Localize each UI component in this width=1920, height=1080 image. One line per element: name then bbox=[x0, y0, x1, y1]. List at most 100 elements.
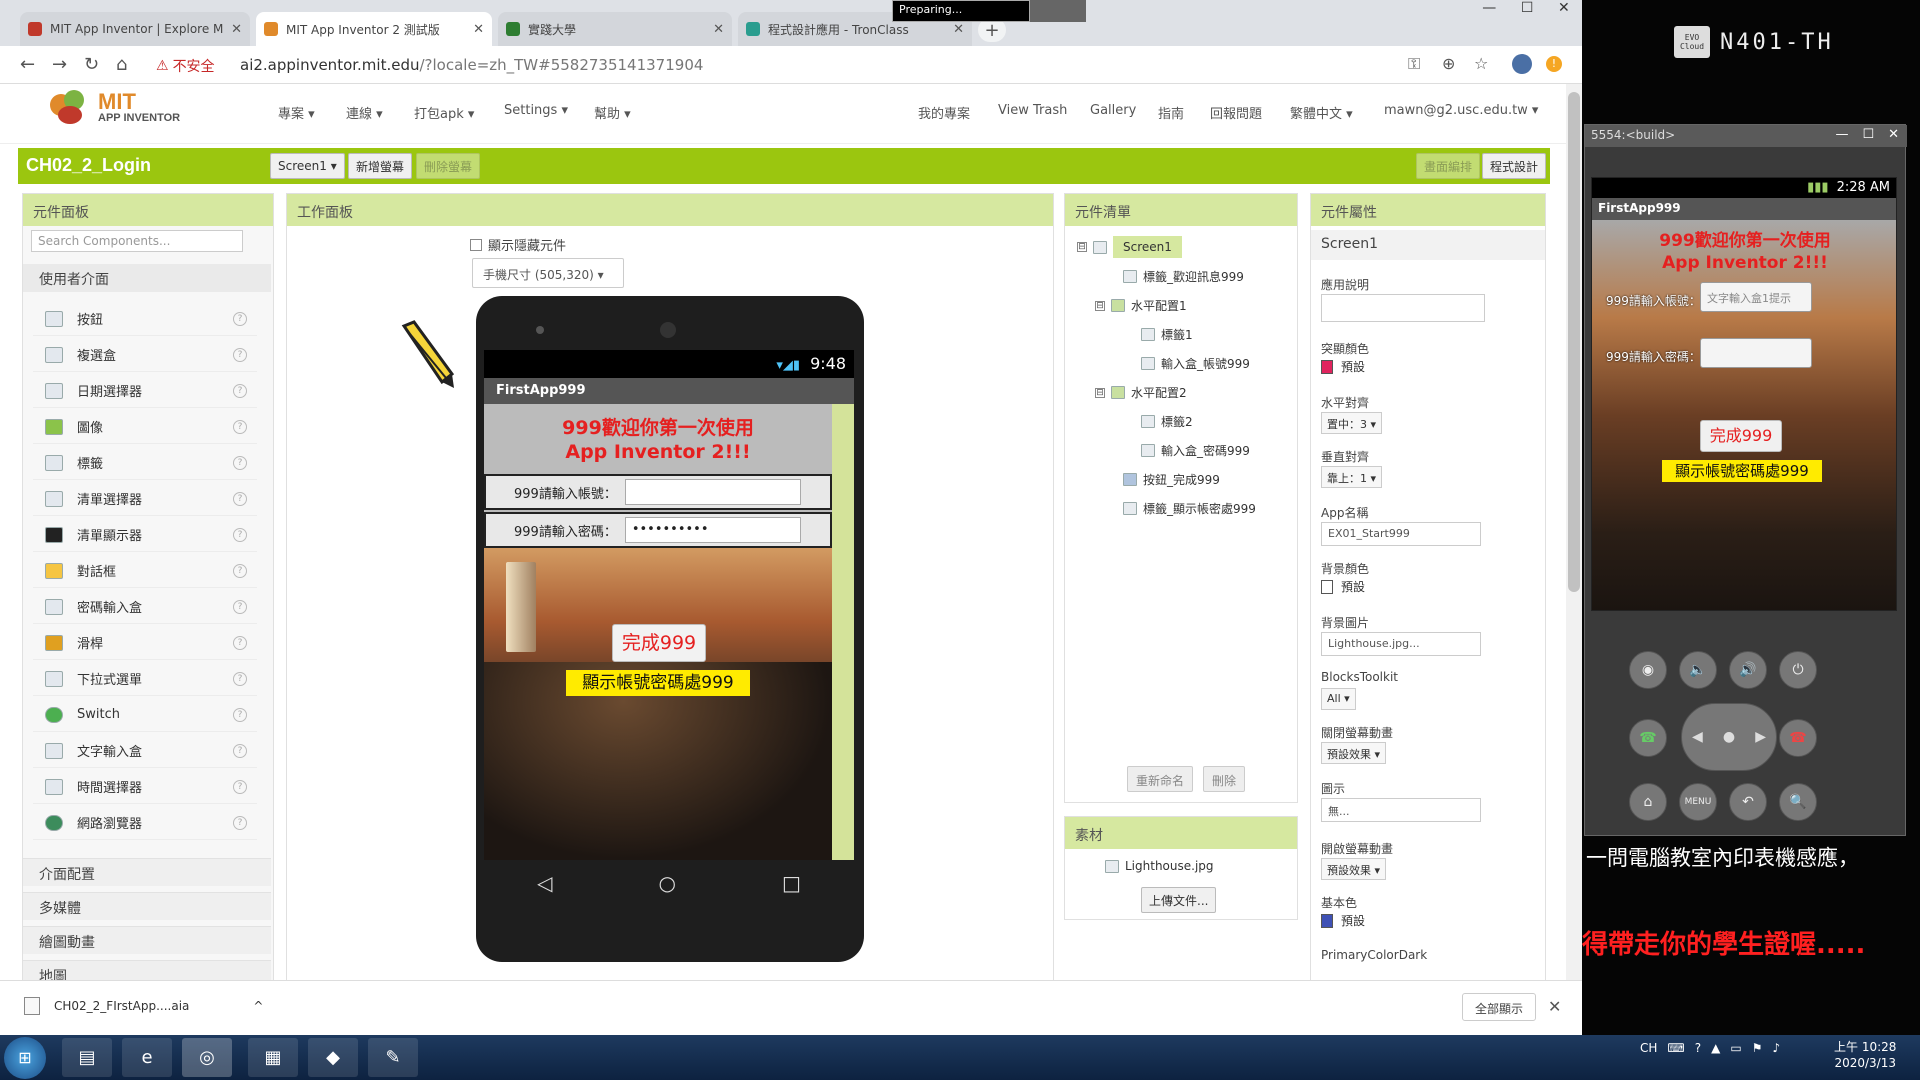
help-icon[interactable]: ? bbox=[233, 419, 247, 434]
search-key-icon[interactable]: 🔍 bbox=[1779, 783, 1817, 821]
tab-close-icon[interactable]: ✕ bbox=[953, 22, 964, 37]
tab-app-inventor[interactable]: MIT App Inventor 2 測試版 ✕ bbox=[256, 12, 492, 46]
password-textbox[interactable]: •••••••••• bbox=[624, 517, 801, 543]
done-button[interactable]: 完成999 bbox=[612, 624, 706, 662]
end-call-key-icon[interactable]: ☎ bbox=[1779, 719, 1817, 757]
bookmark-star-icon[interactable]: ☆ bbox=[1474, 54, 1488, 73]
category-user-interface[interactable]: 使用者介面 bbox=[23, 264, 271, 292]
folder-app-icon[interactable]: ▦ bbox=[248, 1038, 298, 1077]
tab-explore-mit[interactable]: MIT App Inventor | Explore MIT ✕ bbox=[20, 12, 250, 46]
menu-account[interactable]: mawn@g2.usc.edu.tw ▾ bbox=[1384, 103, 1538, 118]
show-all-downloads-button[interactable]: 全部顯示 bbox=[1462, 993, 1537, 1021]
emulator-maximize-button[interactable]: ☐ bbox=[1862, 127, 1874, 142]
mit-logo[interactable]: MIT APP INVENTOR bbox=[46, 88, 180, 128]
menu-connect[interactable]: 連線 ▾ bbox=[346, 103, 383, 122]
designer-button[interactable]: 畫面編排 bbox=[1416, 153, 1481, 179]
tab-usc[interactable]: 實踐大學 ✕ bbox=[498, 12, 732, 46]
palette-item-listpicker[interactable]: 清單選擇器? bbox=[33, 482, 257, 516]
upload-file-button[interactable]: 上傳文件... bbox=[1141, 887, 1217, 913]
help-icon[interactable]: ? bbox=[233, 815, 247, 830]
username-label[interactable]: 999請輸入帳號： bbox=[514, 483, 617, 502]
dpad-control[interactable]: ◀ ● ▶ bbox=[1681, 703, 1777, 771]
menu-my-projects[interactable]: 我的專案 bbox=[918, 103, 970, 122]
help-icon[interactable]: ? bbox=[233, 455, 247, 470]
app-name-input[interactable]: EX01_Start999 bbox=[1321, 522, 1481, 546]
close-animation-select[interactable]: 預設效果 ▾ bbox=[1321, 742, 1387, 764]
internet-explorer-icon[interactable]: e bbox=[122, 1038, 172, 1077]
welcome-label[interactable]: 999歡迎你第一次使用 App Inventor 2!!! bbox=[484, 416, 832, 464]
horizontal-arrangement-1[interactable]: 999請輸入帳號： bbox=[484, 474, 832, 510]
help-icon[interactable]: ? bbox=[233, 599, 247, 614]
delete-button[interactable]: 刪除 bbox=[1203, 766, 1246, 792]
category-media[interactable]: 多媒體 bbox=[23, 892, 271, 920]
help-icon[interactable]: ? bbox=[233, 311, 247, 326]
menu-report-issue[interactable]: 回報問題 bbox=[1210, 103, 1262, 122]
ime-indicator[interactable]: CH bbox=[1640, 1041, 1657, 1055]
menu-build[interactable]: 打包apk ▾ bbox=[414, 103, 474, 122]
dpad-right-icon[interactable]: ▶ bbox=[1755, 729, 1766, 745]
key-icon[interactable]: ⚿ bbox=[1408, 54, 1420, 74]
display-label[interactable]: 顯示帳號密碼處999 bbox=[566, 670, 750, 696]
about-screen-input[interactable] bbox=[1321, 294, 1485, 322]
blocks-toolkit-select[interactable]: All ▾ bbox=[1321, 688, 1356, 710]
palette-item-spinner[interactable]: 下拉式選單? bbox=[33, 662, 257, 696]
volume-icon[interactable]: ♪ bbox=[1772, 1041, 1780, 1055]
tree-node-username-textbox[interactable]: 輸入盒_帳號999 bbox=[1141, 355, 1250, 372]
close-window-button[interactable]: ✕ bbox=[1558, 0, 1570, 18]
tree-node-welcome-label[interactable]: 標籤_歡迎訊息999 bbox=[1123, 268, 1244, 285]
profile-avatar[interactable] bbox=[1512, 54, 1532, 74]
screen-select[interactable]: Screen1 ▾ bbox=[270, 153, 345, 179]
tool-app-icon[interactable]: ✎ bbox=[368, 1038, 418, 1077]
menu-settings[interactable]: Settings ▾ bbox=[504, 103, 568, 118]
emulator-username-input[interactable]: 文字輸入盒1提示 bbox=[1700, 282, 1812, 312]
palette-item-switch[interactable]: Switch? bbox=[33, 698, 257, 732]
tray-chevron-icon[interactable]: ▲ bbox=[1711, 1041, 1720, 1055]
update-icon[interactable]: ! bbox=[1546, 56, 1562, 72]
help-icon[interactable]: ? bbox=[233, 635, 247, 650]
emulator-password-input[interactable] bbox=[1700, 338, 1812, 368]
menu-guide[interactable]: 指南 bbox=[1158, 103, 1184, 122]
call-key-icon[interactable]: ☎ bbox=[1629, 719, 1667, 757]
system-clock[interactable]: 上午 10:28 2020/3/13 bbox=[1834, 1039, 1896, 1071]
palette-item-webviewer[interactable]: 網路瀏覽器? bbox=[33, 806, 257, 840]
primary-color-picker[interactable]: 預設 bbox=[1321, 912, 1365, 929]
collapse-toggle[interactable]: ⊟ bbox=[1095, 300, 1105, 311]
palette-item-datepicker[interactable]: 日期選擇器? bbox=[33, 374, 257, 408]
palette-item-timepicker[interactable]: 時間選擇器? bbox=[33, 770, 257, 804]
emulator-done-button[interactable]: 完成999 bbox=[1700, 420, 1782, 452]
tree-node-label2[interactable]: 標籤2 bbox=[1141, 413, 1193, 430]
reload-icon[interactable]: ↻ bbox=[84, 54, 99, 75]
help-icon[interactable]: ? bbox=[233, 383, 247, 398]
menu-key-icon[interactable]: MENU bbox=[1679, 783, 1717, 821]
align-horizontal-select[interactable]: 置中：3 ▾ bbox=[1321, 412, 1383, 434]
palette-item-slider[interactable]: 滑桿? bbox=[33, 626, 257, 660]
palette-item-label[interactable]: 標籤? bbox=[33, 446, 257, 480]
palette-item-checkbox[interactable]: 複選盒? bbox=[33, 338, 257, 372]
palette-item-image[interactable]: 圖像? bbox=[33, 410, 257, 444]
phone-size-select[interactable]: 手機尺寸 (505,320) ▾ bbox=[472, 258, 624, 288]
tree-node-harrangement2[interactable]: ⊟ 水平配置2 bbox=[1095, 384, 1187, 401]
dpad-left-icon[interactable]: ◀ bbox=[1692, 729, 1703, 745]
accent-color-picker[interactable]: 預設 bbox=[1321, 358, 1365, 375]
menu-language[interactable]: 繁體中文 ▾ bbox=[1290, 103, 1353, 122]
horizontal-arrangement-2[interactable]: 999請輸入密碼： •••••••••• bbox=[484, 512, 832, 548]
start-button[interactable]: ⊞ bbox=[4, 1037, 46, 1079]
help-icon[interactable]: ? bbox=[233, 527, 247, 542]
android-icon[interactable]: ◆ bbox=[308, 1038, 358, 1077]
open-animation-select[interactable]: 預設效果 ▾ bbox=[1321, 858, 1387, 880]
chevron-up-icon[interactable]: ^ bbox=[253, 999, 263, 1013]
dpad-center-icon[interactable]: ● bbox=[1723, 729, 1735, 745]
category-drawing-animation[interactable]: 繪圖動畫 bbox=[23, 926, 271, 954]
scrollbar-thumb[interactable] bbox=[1568, 92, 1580, 592]
add-screen-button[interactable]: 新增螢幕 bbox=[348, 153, 413, 179]
category-layout[interactable]: 介面配置 bbox=[23, 858, 271, 886]
collapse-toggle[interactable]: ⊟ bbox=[1077, 242, 1087, 252]
icon-input[interactable]: 無... bbox=[1321, 798, 1481, 822]
blocks-button[interactable]: 程式設計 bbox=[1482, 153, 1547, 179]
flag-icon[interactable]: ⚑ bbox=[1752, 1041, 1763, 1055]
menu-project[interactable]: 專案 ▾ bbox=[278, 103, 315, 122]
palette-item-textbox[interactable]: 文字輸入盒? bbox=[33, 734, 257, 768]
back-icon[interactable]: ← bbox=[20, 54, 35, 75]
component-search-input[interactable]: Search Components... bbox=[31, 230, 243, 252]
volume-down-key-icon[interactable]: 🔈 bbox=[1679, 651, 1717, 689]
